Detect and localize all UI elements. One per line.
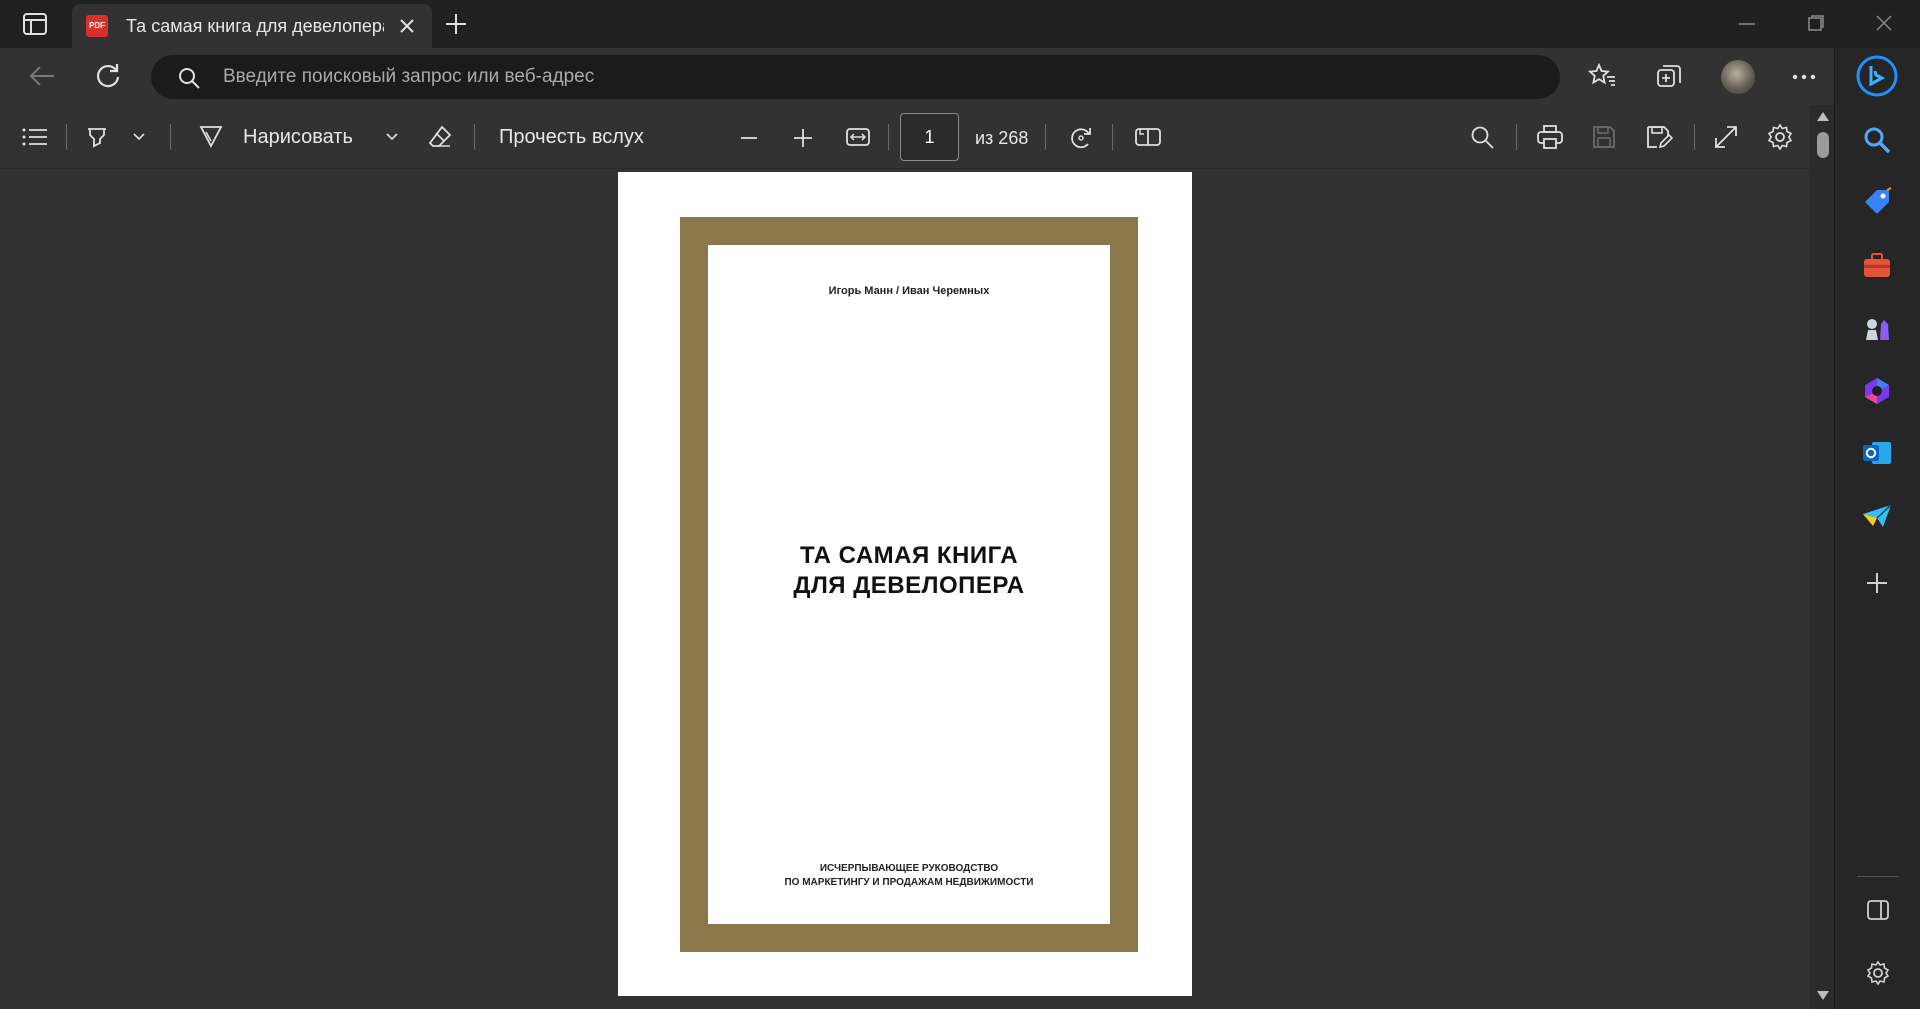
- add-sidebar-app-icon[interactable]: [1866, 572, 1898, 604]
- total-pages-label: из 268: [975, 128, 1029, 148]
- highlight-dropdown-icon[interactable]: [132, 132, 146, 142]
- toolbar-separator: [1694, 124, 1695, 150]
- book-subtitle: ИСЧЕРПЫВАЮЩЕЕ РУКОВОДСТВО ПО МАРКЕТИНГУ …: [708, 862, 1110, 890]
- outlook-icon[interactable]: [1861, 437, 1893, 469]
- favorites-icon[interactable]: [1588, 63, 1616, 89]
- scroll-down-arrow-icon[interactable]: [1816, 990, 1830, 1002]
- toolbar-separator: [1516, 124, 1517, 150]
- vertical-scrollbar[interactable]: [1810, 105, 1834, 1009]
- collections-icon[interactable]: [1655, 63, 1683, 91]
- address-bar[interactable]: Введите поисковый запрос или веб-адрес: [151, 55, 1560, 99]
- refresh-icon[interactable]: [94, 62, 122, 90]
- restore-icon[interactable]: [1807, 14, 1825, 32]
- table-of-contents-icon[interactable]: [22, 127, 48, 147]
- sidebar-search-icon[interactable]: [1861, 124, 1893, 156]
- cover-frame: Игорь Манн / Иван Черемных ТА САМАЯ КНИГ…: [680, 217, 1138, 952]
- fullscreen-icon[interactable]: [1713, 124, 1739, 150]
- avatar[interactable]: [1721, 60, 1755, 94]
- book-title: ТА САМАЯ КНИГА ДЛЯ ДЕВЕЛОПЕРА: [708, 541, 1110, 601]
- rotate-icon[interactable]: [1067, 124, 1095, 152]
- page-number-input[interactable]: 1: [900, 113, 959, 161]
- hide-sidebar-icon[interactable]: [1866, 899, 1890, 921]
- toolbar-separator: [66, 124, 67, 150]
- draw-dropdown-icon[interactable]: [385, 132, 399, 142]
- save-icon: [1591, 124, 1617, 150]
- zoom-in-icon[interactable]: [793, 128, 813, 148]
- toolbar-separator: [1045, 124, 1046, 150]
- read-aloud-button[interactable]: Прочесть вслух: [499, 126, 644, 149]
- book-subtitle-line-1: ИСЧЕРПЫВАЮЩЕЕ РУКОВОДСТВО: [819, 863, 999, 874]
- toolbar-separator: [474, 124, 475, 150]
- new-tab-icon[interactable]: [444, 12, 468, 36]
- sidebar-settings-icon[interactable]: [1865, 960, 1891, 986]
- address-input[interactable]: Введите поисковый запрос или веб-адрес: [223, 66, 594, 88]
- cover-inner: Игорь Манн / Иван Черемных ТА САМАЯ КНИГ…: [708, 245, 1110, 924]
- pdf-page: Игорь Манн / Иван Черемных ТА САМАЯ КНИГ…: [618, 172, 1192, 996]
- microsoft-365-icon[interactable]: [1861, 375, 1893, 407]
- scrollbar-thumb[interactable]: [1817, 132, 1829, 158]
- sidebar-divider: [1857, 876, 1899, 877]
- browser-tab[interactable]: PDF Та самая книга для девелопера: [72, 4, 432, 48]
- book-authors: Игорь Манн / Иван Черемных: [828, 285, 990, 297]
- draw-icon[interactable]: [198, 123, 224, 149]
- pdf-file-icon: PDF: [86, 15, 108, 37]
- zoom-out-icon[interactable]: [740, 136, 758, 140]
- search-icon: [177, 66, 201, 90]
- toolbar-separator: [1112, 124, 1113, 150]
- book-title-line-2: ДЛЯ ДЕВЕЛОПЕРА: [793, 572, 1025, 599]
- tab-actions-icon[interactable]: [22, 12, 48, 36]
- save-as-icon[interactable]: [1645, 124, 1673, 150]
- minimize-icon[interactable]: [1738, 18, 1756, 30]
- book-subtitle-line-2: ПО МАРКЕТИНГУ И ПРОДАЖАМ НЕДВИЖИМОСТИ: [784, 877, 1034, 888]
- tab-title: Та самая книга для девелопера: [126, 16, 384, 36]
- page-view-icon[interactable]: [1134, 126, 1162, 148]
- fit-to-width-icon[interactable]: [845, 126, 871, 148]
- print-icon[interactable]: [1536, 124, 1564, 150]
- back-icon[interactable]: [28, 64, 56, 88]
- close-window-icon[interactable]: [1875, 14, 1893, 32]
- draw-button[interactable]: Нарисовать: [243, 126, 353, 149]
- find-in-document-icon[interactable]: [1470, 125, 1496, 151]
- tools-briefcase-icon[interactable]: [1861, 250, 1893, 282]
- more-options-icon[interactable]: [1792, 74, 1816, 80]
- scroll-up-arrow-icon[interactable]: [1816, 110, 1830, 122]
- toolbar-separator: [888, 124, 889, 150]
- eraser-icon[interactable]: [427, 124, 453, 150]
- shopping-tag-icon[interactable]: [1861, 186, 1893, 218]
- games-icon[interactable]: [1861, 312, 1893, 344]
- bing-copilot-icon[interactable]: [1855, 54, 1899, 98]
- toolbar-separator: [170, 124, 171, 150]
- highlight-icon[interactable]: [84, 123, 110, 149]
- drop-send-icon[interactable]: [1861, 500, 1893, 532]
- pdf-settings-icon[interactable]: [1766, 123, 1794, 151]
- book-title-line-1: ТА САМАЯ КНИГА: [799, 542, 1019, 569]
- close-tab-icon[interactable]: [398, 17, 416, 35]
